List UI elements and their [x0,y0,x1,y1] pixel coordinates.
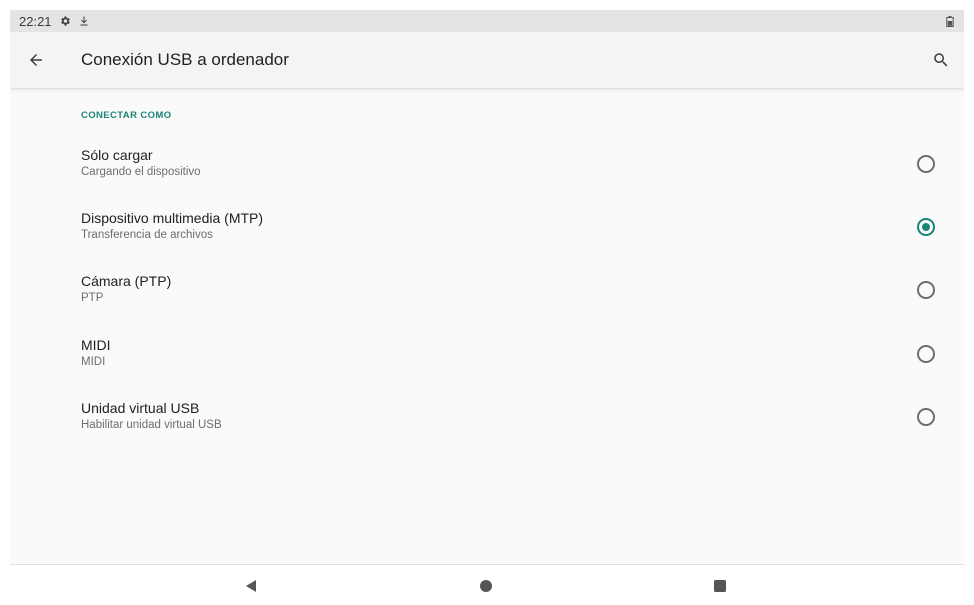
gear-icon [58,14,72,28]
option-summary: MIDI [81,356,106,368]
app-bar: Conexión USB a ordenador [10,32,964,89]
radio-button[interactable] [917,408,935,426]
nav-recents-button[interactable] [707,573,733,599]
option-title: Dispositivo multimedia (MTP) [81,210,264,226]
battery-icon [943,14,957,28]
option-summary: Cargando el dispositivo [81,166,201,178]
section-header: CONECTAR COMO [81,110,172,121]
arrow-left-icon [30,54,42,66]
usb-connection-screen: 22:21 Conexión USB a ordenador CONECTAR … [10,10,964,605]
radio-button-selected[interactable] [917,218,935,236]
home-circle-icon [480,580,492,592]
back-triangle-icon [246,580,256,592]
option-title: MIDI [81,337,111,353]
radio-button[interactable] [917,345,935,363]
search-icon [934,53,948,67]
option-summary: Habilitar unidad virtual USB [81,419,222,431]
page-title: Conexión USB a ordenador [81,50,289,69]
option-charge-only[interactable]: Sólo cargar Cargando el dispositivo [10,137,964,200]
recents-square-icon [714,580,726,592]
radio-button[interactable] [917,155,935,173]
download-icon [77,14,91,28]
option-midi[interactable]: MIDI MIDI [10,327,964,390]
search-button[interactable] [927,46,955,74]
radio-button[interactable] [917,281,935,299]
status-time: 22:21 [19,14,52,29]
option-title: Cámara (PTP) [81,273,172,289]
option-ptp[interactable]: Cámara (PTP) PTP [10,263,964,326]
option-summary: PTP [81,292,104,304]
nav-home-button[interactable] [473,573,499,599]
option-title: Sólo cargar [81,147,153,163]
back-button[interactable] [22,46,50,74]
option-title: Unidad virtual USB [81,400,200,416]
option-virtual-usb[interactable]: Unidad virtual USB Habilitar unidad virt… [10,390,964,453]
status-bar: 22:21 [10,10,964,32]
navigation-bar [10,564,964,605]
option-summary: Transferencia de archivos [81,229,213,241]
nav-back-button[interactable] [238,573,264,599]
option-mtp[interactable]: Dispositivo multimedia (MTP) Transferenc… [10,200,964,263]
